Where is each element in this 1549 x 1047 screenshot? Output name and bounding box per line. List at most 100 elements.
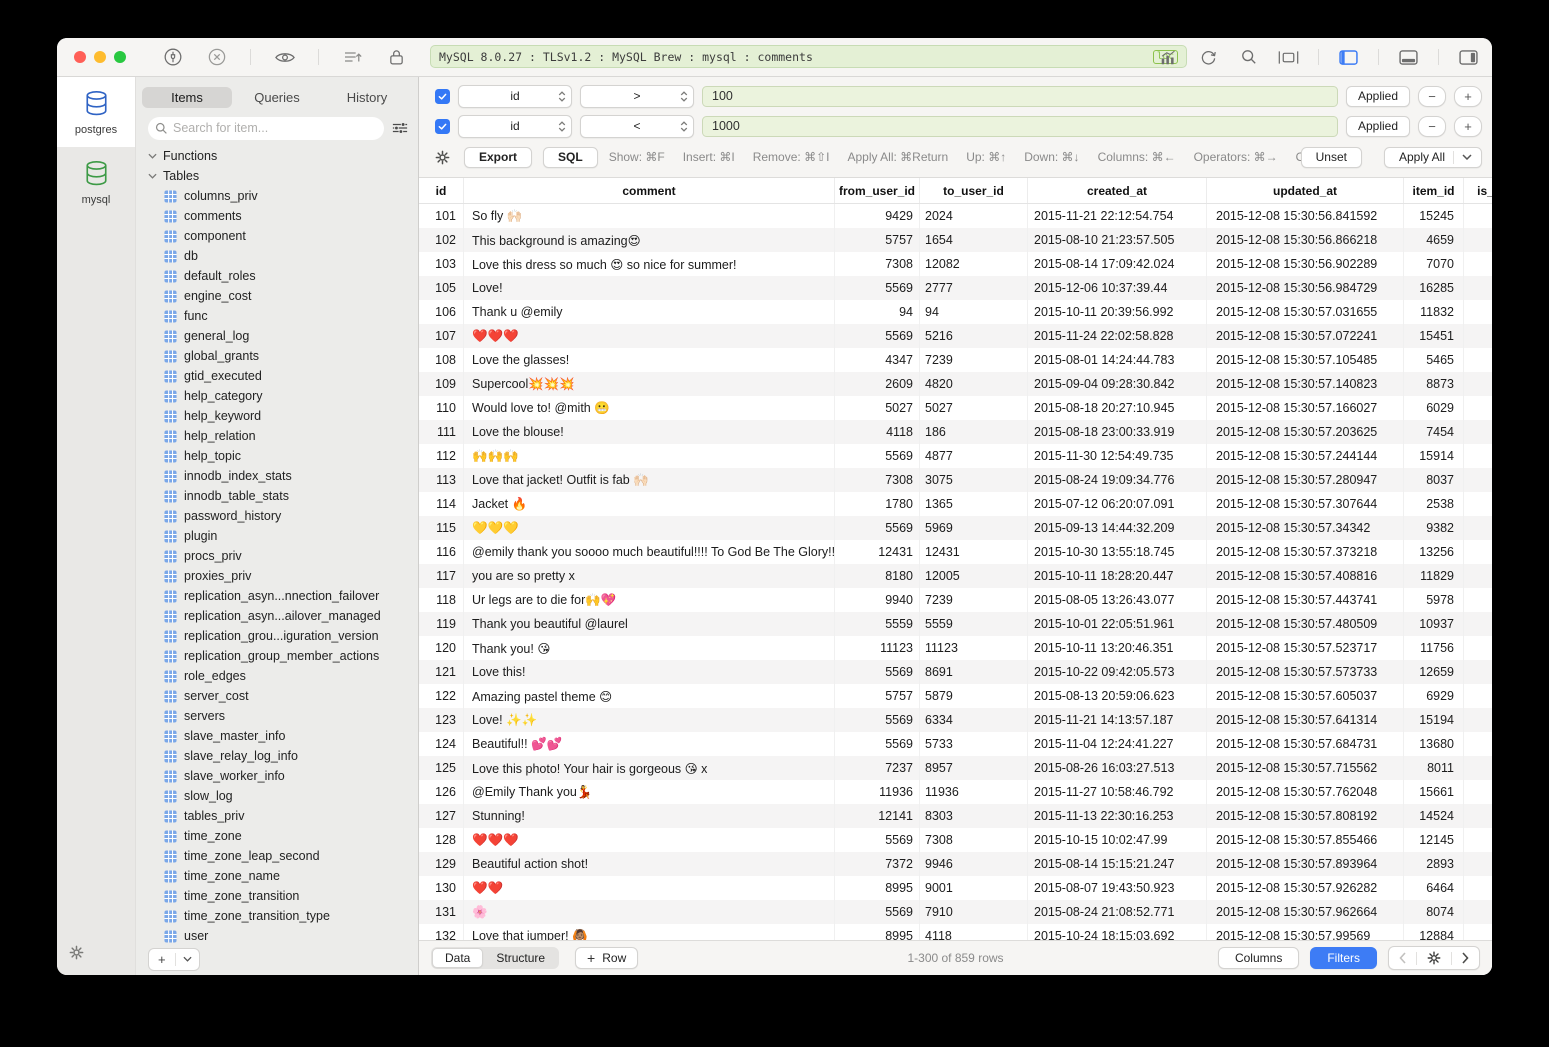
cell-id[interactable]: 130 bbox=[419, 876, 464, 900]
toggle-right-panel-icon[interactable] bbox=[1458, 46, 1479, 68]
cell-comment[interactable]: Love this photo! Your hair is gorgeous 😘… bbox=[464, 756, 835, 780]
sidebar-table-item[interactable]: slow_log bbox=[136, 786, 418, 806]
add-item-button[interactable]: + bbox=[148, 948, 200, 971]
cell-id[interactable]: 116 bbox=[419, 540, 464, 564]
cell-item_id[interactable]: 12659 bbox=[1404, 660, 1464, 684]
cell-created_at[interactable]: 2015-11-13 22:30:16.253 bbox=[1028, 804, 1207, 828]
cell-item_id[interactable]: 6029 bbox=[1404, 396, 1464, 420]
cell-from_user_id[interactable]: 5569 bbox=[835, 276, 920, 300]
next-page-button[interactable] bbox=[1452, 947, 1479, 969]
cell-is_[interactable] bbox=[1464, 276, 1492, 300]
cell-item_id[interactable]: 7454 bbox=[1404, 420, 1464, 444]
cell-from_user_id[interactable]: 11936 bbox=[835, 780, 920, 804]
sidebar-table-item[interactable]: help_topic bbox=[136, 446, 418, 466]
table-row[interactable]: 123Love! ✨✨556963342015-11-21 14:13:57.1… bbox=[419, 708, 1492, 732]
cell-id[interactable]: 119 bbox=[419, 612, 464, 636]
tab-queries[interactable]: Queries bbox=[232, 87, 322, 108]
cell-id[interactable]: 112 bbox=[419, 444, 464, 468]
cell-updated_at[interactable]: 2015-12-08 15:30:57.480509 bbox=[1207, 612, 1404, 636]
cell-updated_at[interactable]: 2015-12-08 15:30:57.99569 bbox=[1207, 924, 1404, 940]
cell-id[interactable]: 101 bbox=[419, 204, 464, 228]
zoom-window-button[interactable] bbox=[114, 51, 126, 63]
cell-updated_at[interactable]: 2015-12-08 15:30:57.893964 bbox=[1207, 852, 1404, 876]
table-row[interactable]: 113Love that jacket! Outfit is fab 🙌🏻730… bbox=[419, 468, 1492, 492]
cell-to_user_id[interactable]: 5879 bbox=[920, 684, 1028, 708]
sidebar-table-item[interactable]: general_log bbox=[136, 326, 418, 346]
cell-to_user_id[interactable]: 4820 bbox=[920, 372, 1028, 396]
disconnect-icon[interactable] bbox=[206, 46, 227, 68]
filter-remove-button[interactable]: − bbox=[1418, 116, 1446, 137]
cell-created_at[interactable]: 2015-12-06 10:37:39.44 bbox=[1028, 276, 1207, 300]
sidebar-table-item[interactable]: time_zone_transition bbox=[136, 886, 418, 906]
cell-from_user_id[interactable]: 12431 bbox=[835, 540, 920, 564]
columns-button[interactable]: Columns bbox=[1218, 947, 1299, 969]
table-row[interactable]: 105Love!556927772015-12-06 10:37:39.4420… bbox=[419, 276, 1492, 300]
cell-id[interactable]: 125 bbox=[419, 756, 464, 780]
tab-structure[interactable]: Structure bbox=[483, 949, 558, 968]
cell-id[interactable]: 122 bbox=[419, 684, 464, 708]
cell-comment[interactable]: you are so pretty x bbox=[464, 564, 835, 588]
column-header-created_at[interactable]: created_at bbox=[1028, 178, 1207, 203]
cell-id[interactable]: 111 bbox=[419, 420, 464, 444]
cell-id[interactable]: 120 bbox=[419, 636, 464, 660]
tab-data[interactable]: Data bbox=[432, 948, 483, 968]
toggle-bottom-panel-icon[interactable] bbox=[1398, 46, 1419, 68]
column-header-to_user_id[interactable]: to_user_id bbox=[920, 178, 1028, 203]
cell-updated_at[interactable]: 2015-12-08 15:30:57.443741 bbox=[1207, 588, 1404, 612]
cell-is_[interactable] bbox=[1464, 564, 1492, 588]
cell-from_user_id[interactable]: 5569 bbox=[835, 444, 920, 468]
cell-id[interactable]: 124 bbox=[419, 732, 464, 756]
sidebar-table-item[interactable]: columns_priv bbox=[136, 186, 418, 206]
table-row[interactable]: 102This background is amazing😍5757165420… bbox=[419, 228, 1492, 252]
cell-created_at[interactable]: 2015-08-24 19:09:34.776 bbox=[1028, 468, 1207, 492]
cell-comment[interactable]: ❤️❤️ bbox=[464, 876, 835, 900]
cell-to_user_id[interactable]: 186 bbox=[920, 420, 1028, 444]
cell-is_[interactable] bbox=[1464, 588, 1492, 612]
cell-id[interactable]: 132 bbox=[419, 924, 464, 940]
cell-is_[interactable] bbox=[1464, 852, 1492, 876]
sidebar-table-item[interactable]: engine_cost bbox=[136, 286, 418, 306]
column-header-updated_at[interactable]: updated_at bbox=[1207, 178, 1404, 203]
cell-is_[interactable] bbox=[1464, 396, 1492, 420]
cell-updated_at[interactable]: 2015-12-08 15:30:57.307644 bbox=[1207, 492, 1404, 516]
cell-comment[interactable]: Thank u @emily bbox=[464, 300, 835, 324]
cell-id[interactable]: 117 bbox=[419, 564, 464, 588]
cell-comment[interactable]: @Emily Thank you💃 bbox=[464, 780, 835, 804]
cell-updated_at[interactable]: 2015-12-08 15:30:57.140823 bbox=[1207, 372, 1404, 396]
cell-created_at[interactable]: 2015-10-30 13:55:18.745 bbox=[1028, 540, 1207, 564]
cell-from_user_id[interactable]: 2609 bbox=[835, 372, 920, 396]
filter-column-select[interactable]: id bbox=[458, 85, 572, 108]
cell-from_user_id[interactable]: 5569 bbox=[835, 828, 920, 852]
cell-to_user_id[interactable]: 94 bbox=[920, 300, 1028, 324]
table-row[interactable]: 108Love the glasses!434772392015-08-01 1… bbox=[419, 348, 1492, 372]
filter-settings-gear-button[interactable] bbox=[435, 150, 450, 165]
search-input[interactable] bbox=[148, 117, 384, 140]
cell-id[interactable]: 128 bbox=[419, 828, 464, 852]
cell-created_at[interactable]: 2015-08-18 23:00:33.919 bbox=[1028, 420, 1207, 444]
filter-enabled-checkbox[interactable] bbox=[435, 119, 450, 134]
sidebar-table-item[interactable]: tables_priv bbox=[136, 806, 418, 826]
cell-created_at[interactable]: 2015-10-11 18:28:20.447 bbox=[1028, 564, 1207, 588]
cell-item_id[interactable]: 15245 bbox=[1404, 204, 1464, 228]
filter-column-select[interactable]: id bbox=[458, 115, 572, 138]
sidebar-table-item[interactable]: slave_worker_info bbox=[136, 766, 418, 786]
connection-icon[interactable] bbox=[162, 46, 183, 68]
group-tables[interactable]: Tables bbox=[136, 166, 418, 186]
add-row-button[interactable]: + Row bbox=[575, 947, 638, 969]
cell-id[interactable]: 123 bbox=[419, 708, 464, 732]
cell-to_user_id[interactable]: 4118 bbox=[920, 924, 1028, 940]
sidebar-table-item[interactable]: plugin bbox=[136, 526, 418, 546]
sidebar-table-item[interactable]: password_history bbox=[136, 506, 418, 526]
cell-from_user_id[interactable]: 7308 bbox=[835, 252, 920, 276]
cell-to_user_id[interactable]: 8957 bbox=[920, 756, 1028, 780]
cell-from_user_id[interactable]: 5569 bbox=[835, 516, 920, 540]
cell-from_user_id[interactable]: 7372 bbox=[835, 852, 920, 876]
filter-applied-button[interactable]: Applied bbox=[1346, 86, 1410, 107]
cell-from_user_id[interactable]: 8995 bbox=[835, 876, 920, 900]
cell-id[interactable]: 129 bbox=[419, 852, 464, 876]
cell-from_user_id[interactable]: 5757 bbox=[835, 228, 920, 252]
sidebar-table-item[interactable]: help_relation bbox=[136, 426, 418, 446]
cell-id[interactable]: 108 bbox=[419, 348, 464, 372]
cell-updated_at[interactable]: 2015-12-08 15:30:57.762048 bbox=[1207, 780, 1404, 804]
sidebar-table-item[interactable]: server_cost bbox=[136, 686, 418, 706]
